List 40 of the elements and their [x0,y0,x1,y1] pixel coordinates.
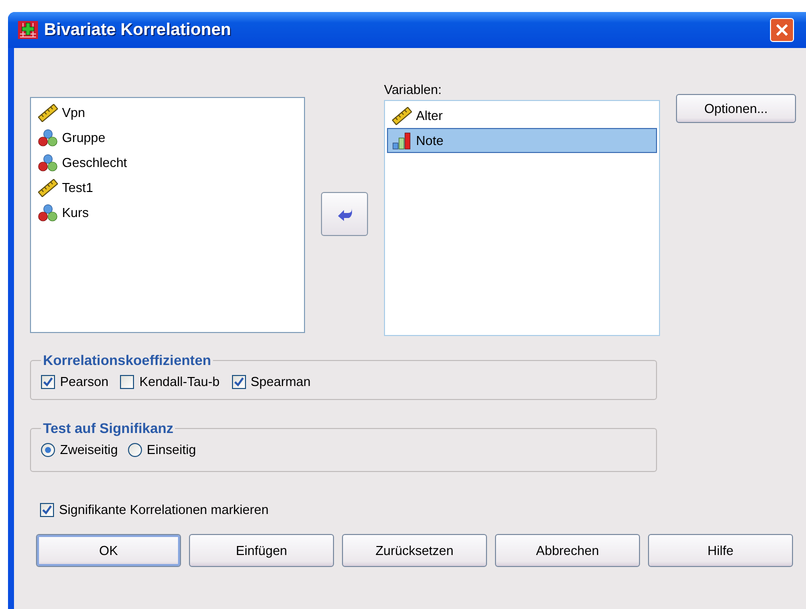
checkbox-label: Kendall-Tau-b [139,374,220,389]
list-label: Variablen: [384,82,443,99]
variable-list[interactable]: Vpn Gruppe Geschlecht Test1 Kurs [30,97,305,333]
checkbox[interactable] [232,374,246,388]
close-button[interactable] [770,18,794,42]
variable-item[interactable]: Vpn [33,100,302,125]
checkbox[interactable] [120,374,134,388]
move-button[interactable] [321,192,368,236]
radio-label: Zweiseitig [60,442,118,457]
circles-icon [38,154,58,172]
group-title: Test auf Signifikanz [42,420,174,436]
window-title: Bivariate Korrelationen [44,20,232,40]
radio-button[interactable] [41,442,55,456]
variable-item[interactable]: Alter [387,103,657,128]
radio-button[interactable] [128,442,142,456]
circles-icon [38,204,58,222]
variable-item[interactable]: Geschlecht [33,150,302,175]
options-button[interactable]: Optionen... [676,94,796,123]
variable-item[interactable]: Note [387,128,657,153]
arrow-left-icon [338,207,352,221]
variable-list[interactable]: Alter Note [384,100,660,336]
checkbox[interactable] [40,502,54,516]
group-title: Korrelationskoeffizienten [42,352,212,368]
app-icon [18,21,38,39]
dialog-button[interactable]: Einfügen [189,534,334,567]
dialog-button[interactable]: Hilfe [648,534,793,567]
dialog-button[interactable]: Zurücksetzen [342,534,487,567]
checkbox-label: Signifikante Korrelationen markieren [59,502,269,517]
checkbox-label: Pearson [60,374,108,389]
checkbox-label: Spearman [250,374,311,389]
circles-icon [38,128,58,146]
dialog-button[interactable]: Abbrechen [495,534,640,567]
variable-item[interactable]: Test1 [33,175,302,200]
variable-item[interactable]: Kurs [33,200,302,225]
radio-label: Einseitig [146,442,196,457]
variable-item[interactable]: Gruppe [33,125,302,150]
dialog-button[interactable]: OK [36,534,181,567]
bar-chart-icon [392,132,412,150]
checkbox[interactable] [41,374,55,388]
close-icon [776,24,788,36]
